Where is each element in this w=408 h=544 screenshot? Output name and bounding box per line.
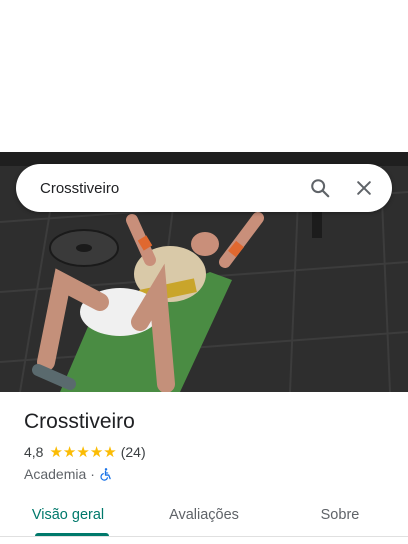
close-button[interactable]	[344, 168, 384, 208]
place-category: Academia	[24, 466, 87, 482]
star-rating: ★ ★ ★ ★ ★	[49, 445, 116, 460]
star-icon: ★	[62, 443, 77, 461]
tab-reviews[interactable]: Avaliações	[136, 494, 272, 536]
category-row: Academia ·	[24, 464, 394, 484]
search-bar[interactable]: Crosstiveiro	[16, 164, 392, 212]
place-info: Crosstiveiro 4,8 ★ ★ ★ ★ ★ (24) Academia…	[24, 408, 394, 484]
rating-row[interactable]: 4,8 ★ ★ ★ ★ ★ (24)	[24, 442, 394, 462]
map-blank-area	[0, 0, 408, 152]
search-button[interactable]	[300, 168, 340, 208]
star-icon: ★	[89, 443, 104, 461]
search-query-text[interactable]: Crosstiveiro	[40, 180, 300, 197]
place-tabs: Visão geral Avaliações Sobre	[0, 494, 408, 536]
wheelchair-icon	[100, 468, 111, 481]
star-icon: ★	[76, 443, 90, 461]
star-icon: ★	[103, 443, 117, 461]
star-icon: ★	[49, 443, 63, 461]
review-count[interactable]: (24)	[121, 444, 146, 460]
tabs-divider	[0, 536, 408, 537]
tab-about-label: Sobre	[320, 507, 360, 523]
tab-about[interactable]: Sobre	[272, 494, 408, 536]
rating-value: 4,8	[24, 444, 44, 460]
place-title: Crosstiveiro	[24, 410, 135, 433]
close-icon	[357, 181, 371, 195]
search-icon	[311, 179, 330, 198]
tab-overview-label: Visão geral	[31, 507, 105, 523]
separator-dot: ·	[90, 466, 95, 482]
tab-overview[interactable]: Visão geral	[0, 494, 136, 536]
tab-reviews-label: Avaliações	[169, 507, 239, 523]
